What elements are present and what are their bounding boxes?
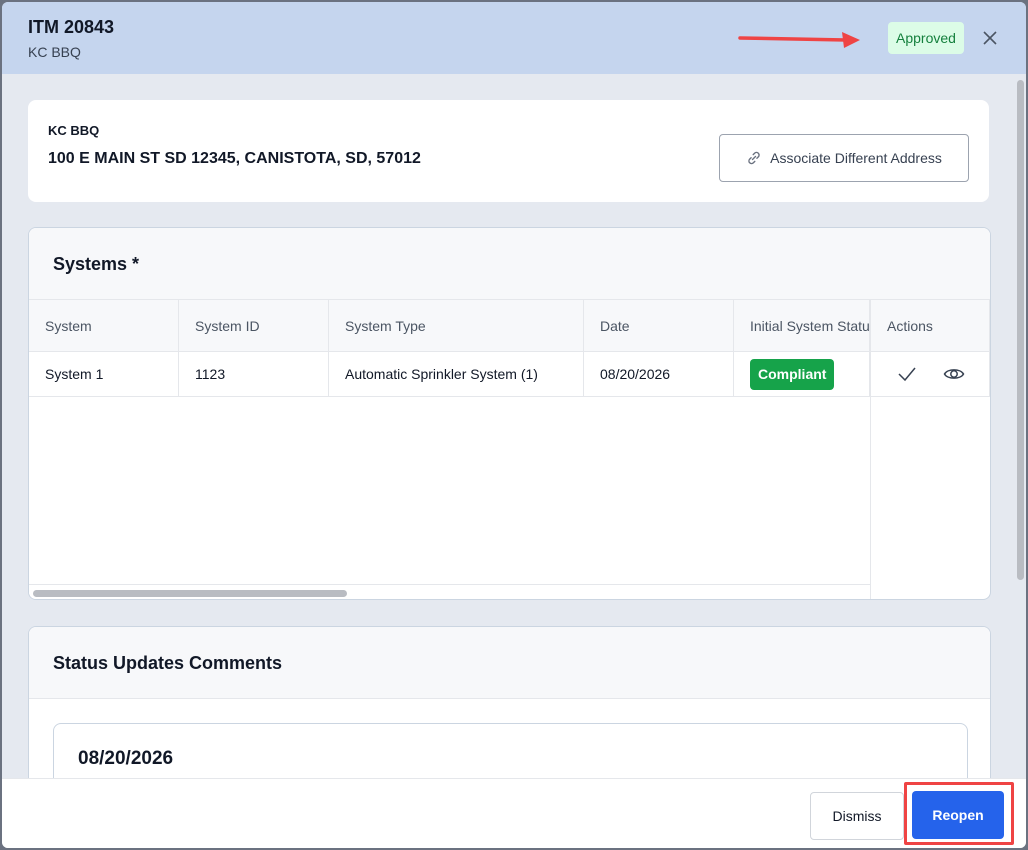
- modal-footer: Dismiss Reopen: [2, 778, 1026, 848]
- compliant-status-chip[interactable]: Compliant: [750, 358, 835, 390]
- associate-address-button[interactable]: Associate Different Address: [719, 134, 969, 182]
- link-icon: [748, 151, 760, 165]
- table-header-row: System System ID System Type Date Initia…: [29, 300, 990, 352]
- comments-card-header: Status Updates Comments: [29, 627, 990, 699]
- page-title: ITM 20843: [28, 17, 115, 37]
- cell-system-id: 1123: [179, 352, 329, 396]
- cell-system-type: Automatic Sprinkler System (1): [329, 352, 584, 396]
- cell-system: System 1: [29, 352, 179, 396]
- comment-entry: 08/20/2026: [53, 723, 968, 778]
- modal-body[interactable]: KC BBQ 100 E MAIN ST SD 12345, CANISTOTA…: [2, 74, 1026, 778]
- horizontal-scrollbar[interactable]: [29, 584, 870, 599]
- eye-icon[interactable]: [943, 363, 965, 385]
- column-header-system[interactable]: System: [29, 300, 179, 351]
- page-subtitle: KC BBQ: [28, 44, 81, 60]
- address-line: 100 E MAIN ST SD 12345, CANISTOTA, SD, 5…: [48, 150, 421, 167]
- check-icon[interactable]: [897, 364, 917, 384]
- reopen-button[interactable]: Reopen: [912, 791, 1004, 839]
- systems-card-header: Systems *: [29, 228, 990, 300]
- modal-header: ITM 20843 KC BBQ Approved: [2, 2, 1026, 74]
- cell-date: 08/20/2026: [584, 352, 734, 396]
- column-header-initial-status[interactable]: Initial System Status: [734, 300, 870, 351]
- dismiss-button[interactable]: Dismiss: [810, 792, 904, 840]
- comments-title: Status Updates Comments: [53, 653, 283, 673]
- systems-card: Systems * System System ID System Type D…: [28, 227, 991, 600]
- address-card: KC BBQ 100 E MAIN ST SD 12345, CANISTOTA…: [28, 100, 989, 202]
- table-row: System 1 1123 Automatic Sprinkler System…: [29, 352, 990, 397]
- vertical-scrollbar-thumb[interactable]: [1017, 80, 1024, 580]
- systems-title: Systems *: [53, 254, 140, 274]
- vertical-scrollbar[interactable]: [1014, 76, 1026, 776]
- cell-status: Compliant: [734, 352, 870, 396]
- item-detail-modal: ITM 20843 KC BBQ Approved KC BBQ 100 E M…: [2, 2, 1026, 848]
- column-header-system-type[interactable]: System Type: [329, 300, 584, 351]
- comment-date: 08/20/2026: [78, 748, 174, 769]
- column-header-system-id[interactable]: System ID: [179, 300, 329, 351]
- annotation-arrow-icon: [738, 32, 860, 48]
- column-header-date[interactable]: Date: [584, 300, 734, 351]
- column-header-actions: Actions: [870, 300, 990, 351]
- close-icon[interactable]: [980, 28, 1000, 48]
- associate-address-label: Associate Different Address: [770, 150, 942, 166]
- horizontal-scrollbar-thumb[interactable]: [33, 590, 347, 597]
- address-name: KC BBQ: [48, 123, 100, 138]
- cell-actions: [870, 352, 990, 396]
- status-badge: Approved: [888, 22, 964, 54]
- status-comments-card: Status Updates Comments 08/20/2026: [28, 626, 991, 778]
